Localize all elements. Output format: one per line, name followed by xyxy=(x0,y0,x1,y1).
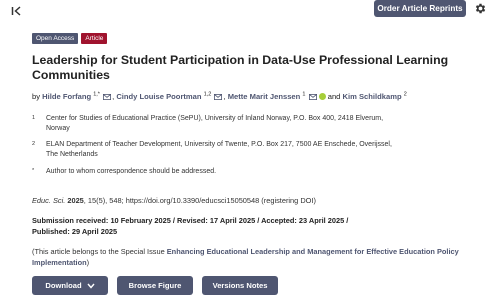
email-icon[interactable] xyxy=(214,93,223,103)
orcid-icon[interactable] xyxy=(318,93,326,100)
author-link[interactable]: Hilde Forfang xyxy=(42,92,91,101)
citation-year: 2025 xyxy=(67,196,84,205)
email-icon[interactable] xyxy=(308,93,317,103)
authors-prefix: by xyxy=(32,92,41,101)
collapse-left-icon xyxy=(11,6,20,16)
author-affiliation-sup: 1 xyxy=(302,91,306,98)
journal-abbrev: Educ. Sci. xyxy=(32,196,66,205)
article-actions: Download Browse Figure Versions Notes xyxy=(32,276,278,295)
article-badges: Open Access Article xyxy=(32,33,108,44)
affiliation-text: Center for Studies of Educational Practi… xyxy=(46,115,384,122)
gear-icon xyxy=(475,3,485,14)
author-affiliation-sup: 1,* xyxy=(93,91,100,98)
author-affiliation-sup: 2 xyxy=(403,91,407,98)
authors-and: and xyxy=(327,92,341,101)
collapse-sidebar-button[interactable] xyxy=(6,2,26,20)
published-date: Published: 29 April 2025 xyxy=(32,227,118,236)
citation-line: Educ. Sci. 2025, 15(5), 548; https://doi… xyxy=(32,196,316,205)
author-link[interactable]: Cindy Louise Poortman xyxy=(116,92,201,101)
affiliation-text-cont: The Netherlands xyxy=(46,151,98,158)
special-issue-note: (This article belongs to the Special Iss… xyxy=(32,246,472,268)
publication-dates: Submission received: 10 February 2025 / … xyxy=(32,215,472,237)
settings-button[interactable] xyxy=(470,0,490,17)
article-title: Leadership for Student Participation in … xyxy=(32,53,449,82)
special-issue-suffix: ) xyxy=(86,258,90,267)
affiliation-number: 2 xyxy=(32,141,36,147)
download-button[interactable]: Download xyxy=(32,276,108,295)
affiliation-number: 1 xyxy=(32,115,36,121)
open-access-badge[interactable]: Open Access xyxy=(32,33,79,44)
citation-volume: , 15(5), 548; xyxy=(83,196,126,205)
order-reprints-button[interactable]: Order Article Reprints xyxy=(374,0,466,17)
affiliation-text: ELAN Department of Teacher Development, … xyxy=(46,141,392,148)
affiliation-number: * xyxy=(32,168,35,174)
chevron-down-icon xyxy=(87,283,95,289)
dates-line: Submission received: 10 February 2025 / … xyxy=(32,216,349,225)
email-icon[interactable] xyxy=(103,93,112,103)
browse-figure-button[interactable]: Browse Figure xyxy=(117,276,193,295)
author-list: by Hilde Forfang 1,* , Cindy Louise Poor… xyxy=(32,91,407,103)
author-link[interactable]: Mette Marit Jenssen xyxy=(228,92,301,101)
special-issue-prefix: (This article belongs to the Special Iss… xyxy=(32,247,167,256)
affiliation-text-cont: Norway xyxy=(46,125,70,132)
doi-link[interactable]: https://doi.org/10.3390/educsci15050548 … xyxy=(126,196,316,205)
author-link[interactable]: Kim Schildkamp xyxy=(343,92,402,101)
download-label: Download xyxy=(45,281,82,290)
author-affiliation-sup: 1,2 xyxy=(203,91,212,98)
correspondence-text: Author to whom correspondence should be … xyxy=(46,168,217,175)
article-type-badge: Article xyxy=(81,33,108,44)
versions-notes-button[interactable]: Versions Notes xyxy=(202,276,278,295)
